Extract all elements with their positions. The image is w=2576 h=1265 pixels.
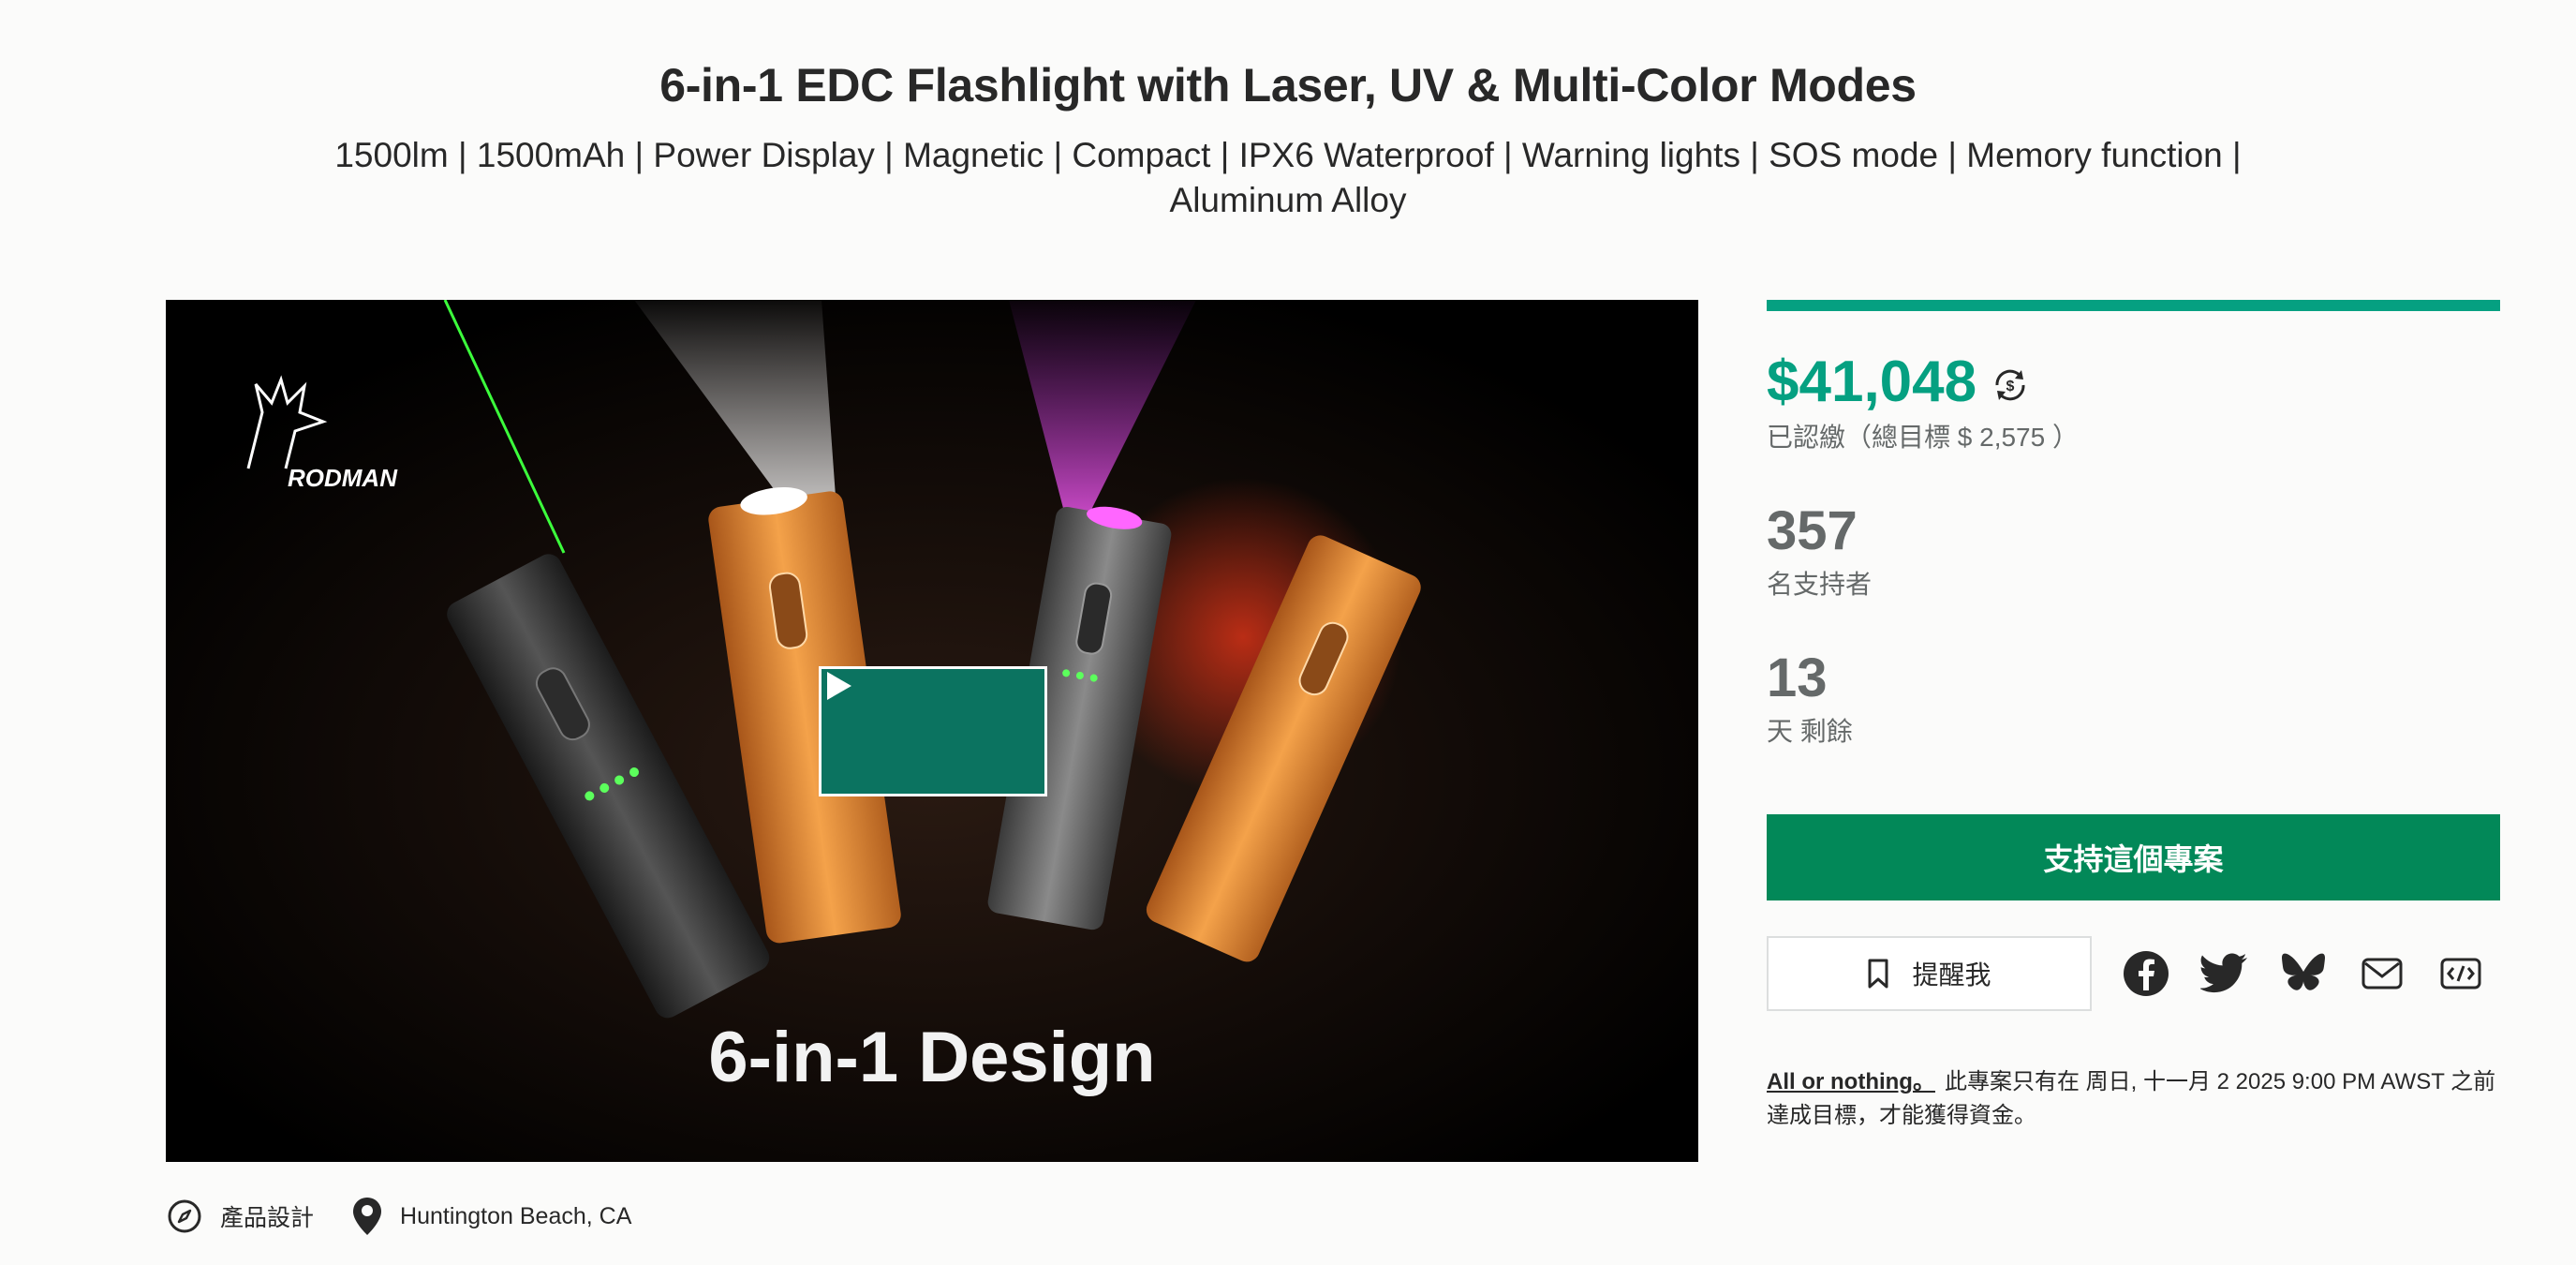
funding-progress-fill <box>1767 300 2500 311</box>
email-share[interactable] <box>2343 957 2421 990</box>
compass-icon <box>168 1199 201 1233</box>
backers-label: 名支持者 <box>1767 570 1873 599</box>
campaign-sidebar: $41,048 $ 已認繳（總目標 $ 2,575 ） 357 名支持者 13 … <box>1767 300 2500 1133</box>
location-label: Huntington Beach, CA <box>400 1202 632 1229</box>
project-meta: 產品設計 Huntington Beach, CA <box>166 1196 669 1237</box>
bookmark-icon <box>1868 959 1888 989</box>
pledged-amount: $41,048 <box>1767 350 1977 414</box>
bluesky-icon <box>2282 953 2325 990</box>
days-left-label: 天 剩餘 <box>1767 717 1853 746</box>
twitter-icon <box>2200 953 2247 993</box>
category-label: 產品設計 <box>220 1205 315 1231</box>
play-button[interactable] <box>819 666 1047 796</box>
category-link[interactable]: 產品設計 <box>166 1198 314 1235</box>
days-left-count: 13 <box>1767 647 1828 708</box>
project-title: 6-in-1 EDC Flashlight with Laser, UV & M… <box>659 59 1917 112</box>
facebook-share[interactable] <box>2107 949 2185 998</box>
video-overlay-text: 6-in-1 Design <box>708 1018 1156 1097</box>
location-pin-icon <box>353 1198 382 1235</box>
embed-share[interactable] <box>2421 957 2500 990</box>
location-link[interactable]: Huntington Beach, CA <box>351 1196 631 1237</box>
email-icon <box>2361 958 2403 990</box>
currency-convert-icon[interactable]: $ <box>1990 365 2031 406</box>
funding-progress-bar <box>1767 300 2500 311</box>
remind-me-button[interactable]: 提醒我 <box>1767 936 2092 1011</box>
facebook-icon <box>2124 951 2169 996</box>
bluesky-share[interactable] <box>2264 953 2343 994</box>
brand-logo-text: RODMAN <box>288 464 397 492</box>
backers-count: 357 <box>1767 500 1858 561</box>
all-or-nothing-link[interactable]: All or nothing。 <box>1767 1069 1935 1094</box>
svg-text:$: $ <box>2006 379 2015 394</box>
project-subtitle: 1500lm | 1500mAh | Power Display | Magne… <box>334 136 2242 219</box>
pledged-label: 已認繳（總目標 $ 2,575 ） <box>1767 423 2079 452</box>
remind-me-label: 提醒我 <box>1912 960 1991 990</box>
back-project-button[interactable]: 支持這個專案 <box>1767 814 2500 900</box>
project-video[interactable]: RODMAN 6-in-1 Design <box>166 300 1698 1162</box>
funding-notice: All or nothing。 此專案只有在 周日, 十一月 2 2025 9:0… <box>1767 1065 2500 1133</box>
embed-icon <box>2440 958 2481 990</box>
twitter-share[interactable] <box>2185 953 2264 994</box>
project-header: 6-in-1 EDC Flashlight with Laser, UV & M… <box>0 58 2576 223</box>
share-icons <box>2107 949 2500 998</box>
play-icon <box>827 672 851 700</box>
